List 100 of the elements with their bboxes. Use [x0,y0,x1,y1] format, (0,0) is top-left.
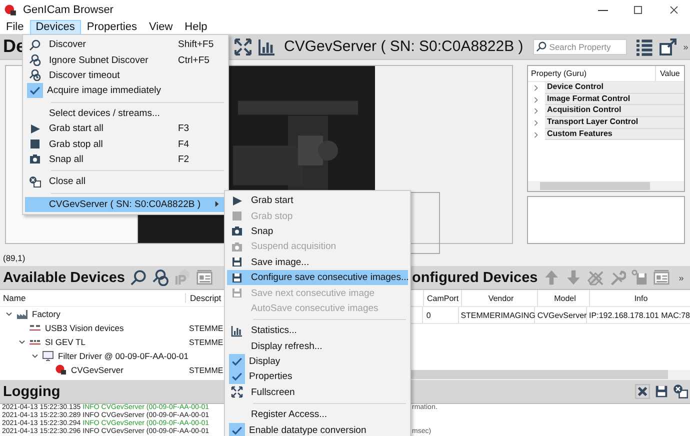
tree-item[interactable]: USB3 Vision devices [45,323,124,333]
expand-arrows-icon[interactable] [234,38,252,56]
menu-item[interactable]: Grab start [227,193,408,208]
table-cell: STEMME [189,338,224,346]
table-cell: STEMME [189,366,224,374]
app-icon [4,4,17,16]
menu-item[interactable]: Display [227,354,408,370]
menu-bar-item[interactable]: File [0,20,30,34]
search-subnet-icon [29,54,41,66]
menu-item[interactable]: Discover Shift+F5 [25,37,226,52]
menu-item[interactable]: Statistics... [227,323,408,339]
overflow-button[interactable]: » [683,42,688,52]
search-subnet-icon[interactable] [152,269,169,286]
drive-icon[interactable] [630,269,648,286]
property-group[interactable]: Device Control [545,82,684,94]
scrollbar[interactable] [528,181,684,191]
floppy-icon [231,287,243,300]
menu-bar-item[interactable]: Help [178,20,214,34]
scrollbar[interactable] [410,370,690,380]
device-name: CVGevServer ( SN: S0:C0A8822B ) [284,38,524,55]
floppy-icon [231,256,243,268]
camera-icon [231,240,243,253]
overflow-button[interactable]: » [678,272,684,282]
card-icon[interactable] [652,269,670,286]
play-icon [231,194,243,207]
column-header: Value [659,69,680,78]
search-icon[interactable] [130,269,147,286]
table-cell: STEMMERIMAGING [459,307,536,323]
menu-item[interactable]: Close all [25,174,226,190]
column-header: CamPort [424,290,462,306]
tree-item[interactable]: SI GEV TL [45,337,86,347]
table-cell: 0 [423,307,460,323]
stop-icon [231,210,243,222]
shortcut-text: F3 [178,123,190,134]
menu-item[interactable]: Grab stop all F4 [25,136,226,152]
play-icon [29,122,41,135]
bar-chart-icon [231,324,243,337]
shortcut-text: Ctrl+F5 [178,54,210,66]
menu-item[interactable]: Acquire image immediately [25,83,226,99]
menu-item[interactable]: Fullscreen [227,384,408,400]
camera-icon [231,225,243,238]
menu-item[interactable]: Snap all F2 [25,152,226,168]
column-header: Descript [189,293,222,303]
search-icon [536,41,548,52]
expand-arrows-icon [231,386,243,398]
menu-item[interactable]: Save image... [227,254,408,270]
table-cell: STEMME [189,324,224,332]
property-group[interactable]: Transport Layer Control [545,117,684,129]
shortcut-text: Shift+F5 [178,39,215,50]
camera-icon [29,153,41,166]
menu-item[interactable]: Snap [227,224,408,240]
menu-item[interactable]: Discover timeout [25,68,226,84]
property-group[interactable]: Acquisition Control [545,105,684,117]
list-icon[interactable] [635,38,654,56]
floppy-icon [231,272,243,284]
menu-item[interactable]: CVGevServer ( SN: S0:C0A8822B ) [25,196,226,212]
menu-bar-item[interactable]: Properties [80,20,143,34]
menu-item[interactable]: Select devices / streams... [25,106,226,121]
menu-item[interactable]: Configure save consecutive images... [227,270,408,286]
section-title: Logging [3,384,60,400]
search-clock-icon [29,69,41,82]
maximize-button[interactable] [632,4,644,16]
tree-item[interactable]: Filter Driver @ 00-09-0F-AA-00-01 [58,351,188,361]
property-group[interactable]: Image Format Control [545,94,684,106]
column-header: Property (Guru) [528,66,656,81]
close-circle-icon[interactable] [673,384,688,399]
factory-icon [16,308,28,320]
close-button[interactable] [668,4,680,16]
section-title: Available Devices [3,270,125,286]
menu-item[interactable]: Enable datatype conversion [227,422,408,436]
card-icon[interactable] [196,269,213,286]
section-title: onfigured Devices [412,270,538,286]
device-camera-icon [55,364,67,376]
search-field[interactable]: Search Property [533,38,628,54]
menu-item[interactable]: Grab start all F3 [25,120,226,136]
table-cell-text: IP:192.168.178.101 MAC:78 [588,310,690,322]
menu-item[interactable]: Register Access... [227,407,408,422]
window-title: GenICam Browser [23,4,114,16]
menu-bar-item[interactable]: View [143,20,179,34]
menu-item[interactable]: Properties [227,369,408,385]
property-group[interactable]: Custom Features [545,128,684,140]
shortcut-text: F2 [178,154,190,165]
column-header: Info [633,292,649,304]
tree-item[interactable]: Factory [32,309,60,319]
tree-item[interactable]: CVGevServer [71,365,124,375]
table-cell: CVGevServer [535,307,588,323]
shortcut-text: F4 [178,138,190,150]
column-header: Vendor [462,290,538,306]
bar-chart-icon[interactable] [258,38,276,56]
delete-icon[interactable] [635,384,650,399]
column-header: Name [0,293,186,303]
search-icon [29,38,41,51]
column-header: Model [538,290,590,306]
close-circle-icon [29,176,41,188]
menu-item[interactable]: Ignore Subnet Discover Ctrl+F5 [25,52,226,68]
monitor-icon [42,350,54,362]
save-icon[interactable] [654,384,669,399]
menu-item[interactable]: Display refresh... [227,338,408,354]
menu-bar-item[interactable]: Devices [30,20,81,34]
popout-icon[interactable] [659,38,678,56]
